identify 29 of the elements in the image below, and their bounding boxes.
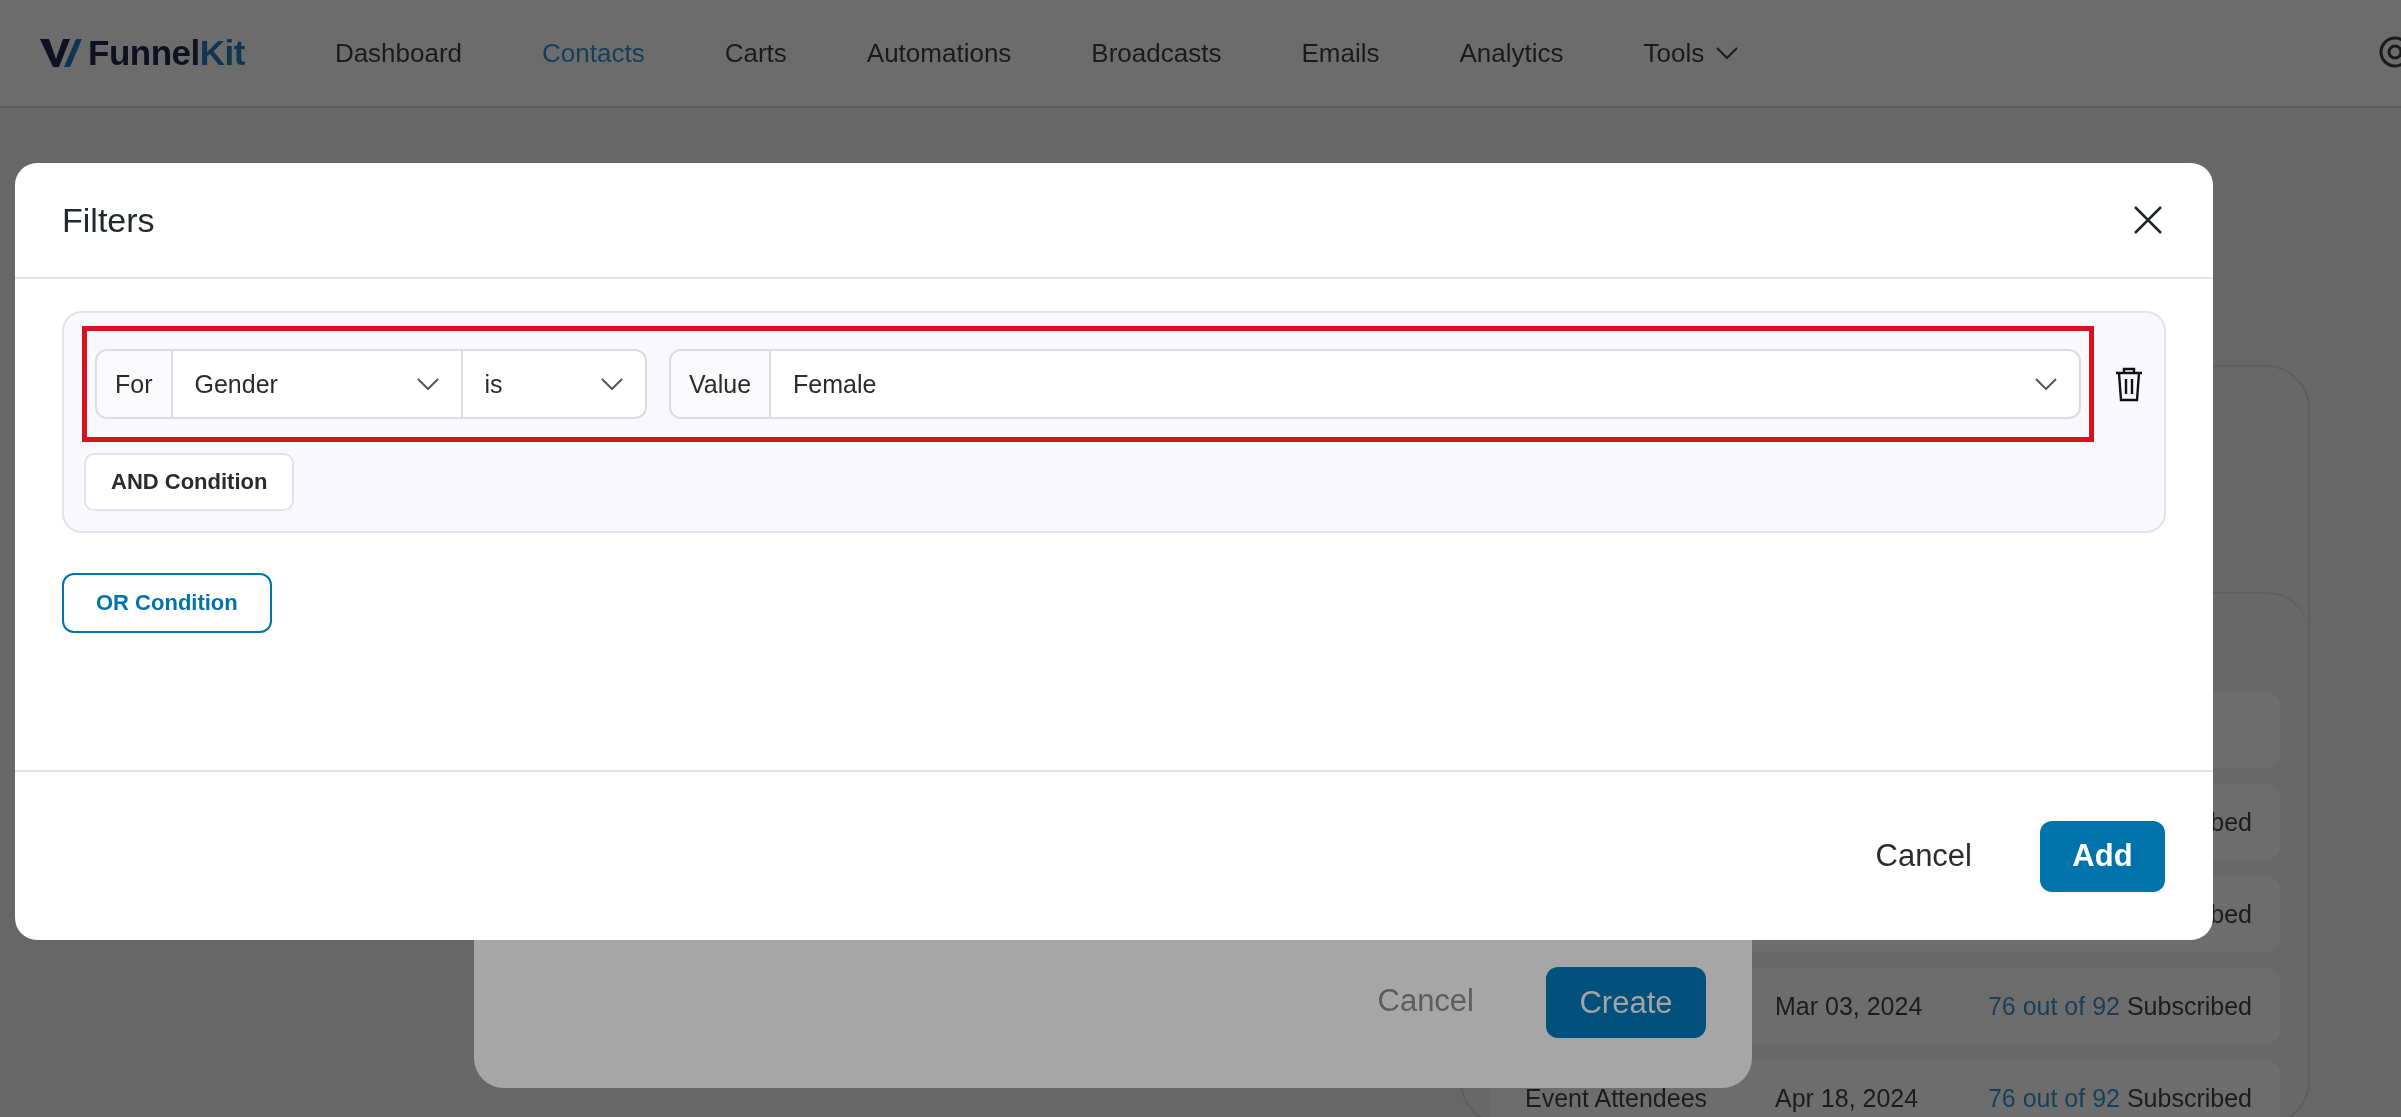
list-name: Event Attendees	[1525, 1083, 1708, 1113]
close-icon[interactable]	[2133, 205, 2163, 235]
nav-link[interactable]: Dashboard	[334, 37, 463, 69]
value-select[interactable]: Value Female	[669, 349, 2081, 419]
date-text: Apr 18, 2024	[1775, 1083, 1919, 1113]
subscribed-text: 76 out of 92 Subscribed	[1987, 1083, 2252, 1113]
trash-icon[interactable]	[2114, 366, 2144, 402]
chevron-down-icon	[416, 378, 439, 390]
create-button[interactable]: Create	[1546, 967, 1706, 1038]
dialog-title: Filters	[62, 200, 155, 240]
nav-link[interactable]: Broadcasts	[1091, 37, 1222, 69]
nav-link[interactable]: Automations	[866, 37, 1012, 69]
cancel-button[interactable]: Cancel	[1869, 837, 1978, 875]
add-button[interactable]: Add	[2040, 820, 2165, 892]
nav-link[interactable]: Emails	[1301, 37, 1380, 69]
nav-link[interactable]: Tools	[1643, 37, 1739, 69]
nav-link[interactable]: Carts	[724, 37, 787, 69]
chevron-down-icon	[2035, 378, 2057, 390]
subscribed-text: 76 out of 92 Subscribed	[1987, 991, 2252, 1021]
date-text: Mar 03, 2024	[1775, 991, 1923, 1021]
cancel-button[interactable]: Cancel	[1371, 982, 1480, 1020]
field-select[interactable]: For Gender is	[95, 349, 647, 419]
logo-icon	[40, 37, 82, 69]
chevron-down-icon	[601, 378, 623, 390]
or-condition-button[interactable]: OR Condition	[62, 573, 272, 633]
and-condition-button[interactable]: AND Condition	[84, 453, 295, 511]
nav-link[interactable]: Analytics	[1459, 37, 1564, 69]
logo-text: FunnelKit	[88, 33, 245, 73]
nav-link[interactable]: Contacts	[542, 37, 645, 69]
